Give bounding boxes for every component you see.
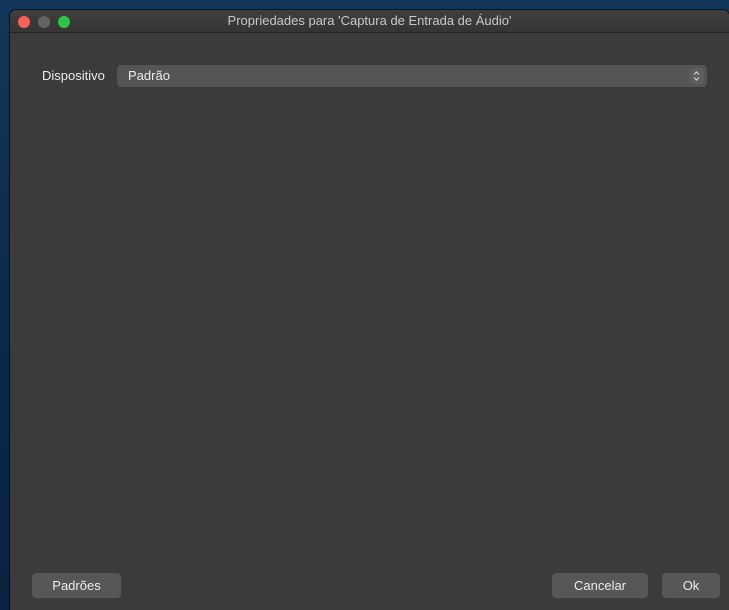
ok-button[interactable]: Ok: [662, 573, 720, 598]
chevron-up-down-icon: [689, 68, 704, 84]
properties-window: Propriedades para 'Captura de Entrada de…: [10, 10, 729, 610]
device-row: Dispositivo Padrão: [10, 65, 729, 87]
cancel-button[interactable]: Cancelar: [552, 573, 648, 598]
defaults-button[interactable]: Padrões: [32, 573, 121, 598]
window-title: Propriedades para 'Captura de Entrada de…: [227, 13, 512, 28]
device-label: Dispositivo: [42, 68, 105, 83]
device-select-value: Padrão: [128, 68, 170, 83]
title-bar: Propriedades para 'Captura de Entrada de…: [10, 10, 729, 33]
device-select[interactable]: Padrão: [117, 65, 707, 87]
